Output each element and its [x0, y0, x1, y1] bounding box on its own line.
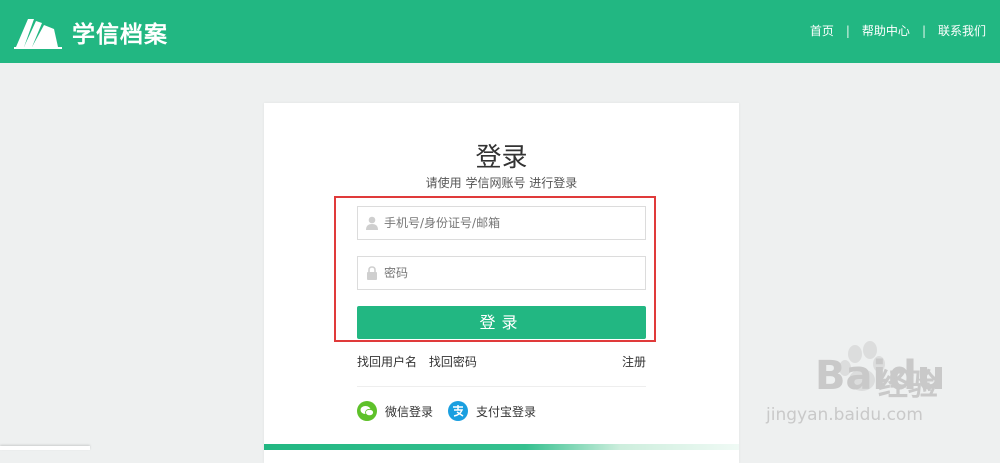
nav-home[interactable]: 首页 [810, 22, 834, 39]
logo-text: 学信档案 [72, 22, 168, 48]
watermark-brand-bai: Bai [815, 353, 887, 399]
alipay-login[interactable]: 支付宝登录 [448, 401, 536, 421]
divider [357, 386, 646, 387]
watermark-url: jingyan.baidu.com [766, 405, 923, 425]
nav-help[interactable]: 帮助中心 [862, 22, 910, 39]
password-input[interactable] [384, 266, 634, 280]
wechat-login-label: 微信登录 [385, 404, 434, 419]
account-links: 找回用户名 找回密码 注册 [357, 353, 646, 370]
login-subtitle: 请使用 学信网账号 进行登录 [425, 176, 578, 190]
login-title: 登录 [475, 143, 528, 173]
nav-contact[interactable]: 联系我们 [938, 22, 986, 39]
alipay-icon [448, 401, 468, 421]
login-button[interactable]: 登录 [357, 306, 646, 339]
username-input[interactable] [384, 216, 634, 230]
username-field[interactable] [357, 206, 646, 240]
find-password-link[interactable]: 找回密码 [429, 355, 477, 369]
corner-tab [0, 446, 90, 450]
logo[interactable]: 学信档案 [14, 15, 168, 49]
nav-separator: | [921, 23, 926, 38]
lock-icon [367, 266, 377, 280]
register-link[interactable]: 注册 [622, 353, 646, 370]
wechat-icon [357, 401, 377, 421]
nav-separator: | [845, 23, 850, 38]
find-username-link[interactable]: 找回用户名 [357, 355, 417, 369]
watermark-cn: 经验 [878, 368, 938, 403]
alipay-login-label: 支付宝登录 [476, 404, 537, 419]
password-field[interactable] [357, 256, 646, 290]
card-bottom-strip [264, 444, 739, 450]
wechat-login[interactable]: 微信登录 [357, 401, 433, 421]
top-nav: 首页 | 帮助中心 | 联系我们 [810, 22, 986, 39]
header: 学信档案 首页 | 帮助中心 | 联系我们 [0, 0, 1000, 63]
user-icon [366, 216, 378, 230]
logo-icon [14, 19, 62, 49]
